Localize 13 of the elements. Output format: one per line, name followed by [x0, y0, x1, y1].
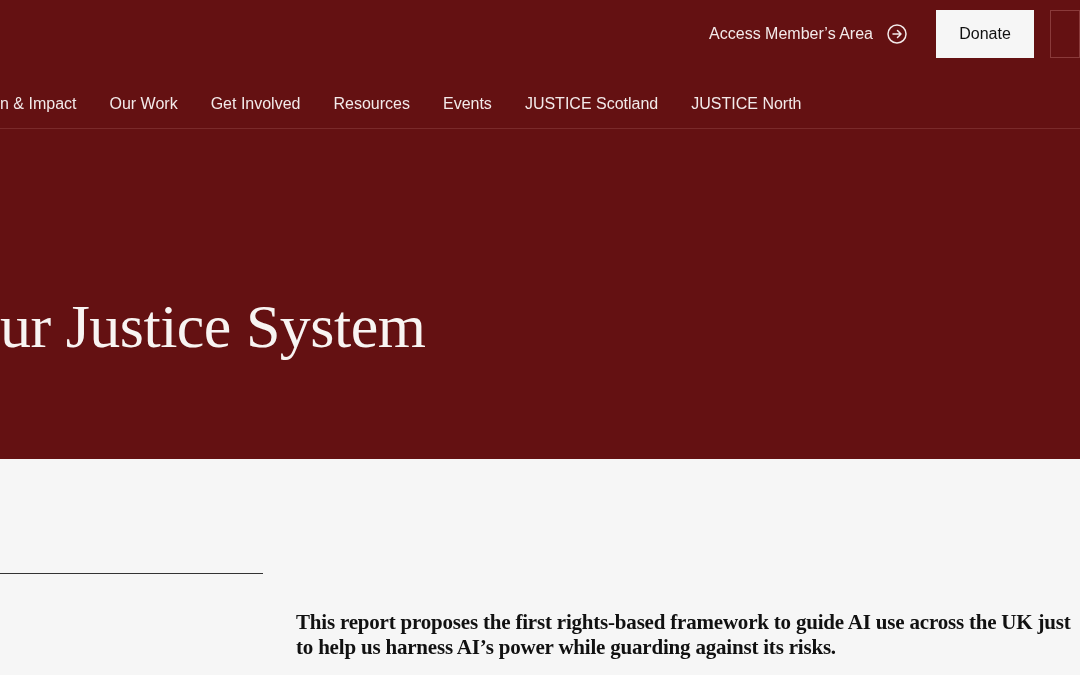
intro-paragraph: This report proposes the first rights-based framework to guide AI use across the UK just to help us harness AI’s power while guarding against its risks. — [296, 610, 1071, 660]
member-area-link[interactable]: Access Member’s Area — [709, 22, 907, 46]
nav-link[interactable]: Our Work — [109, 92, 178, 116]
donate-button[interactable]: Donate — [936, 10, 1034, 58]
arrow-circle-icon — [887, 24, 907, 44]
nav-link[interactable]: Events — [442, 92, 492, 116]
nav-link[interactable]: JUSTICE Scotland — [524, 92, 659, 116]
hero-title: ur Justice System — [0, 291, 427, 361]
outline-button[interactable] — [1050, 10, 1080, 58]
nav-link[interactable]: n & Impact — [0, 92, 77, 116]
nav-link[interactable]: JUSTICE North — [691, 92, 802, 116]
nav-link[interactable]: Resources — [333, 92, 410, 116]
nav-link[interactable]: Get Involved — [210, 92, 301, 116]
